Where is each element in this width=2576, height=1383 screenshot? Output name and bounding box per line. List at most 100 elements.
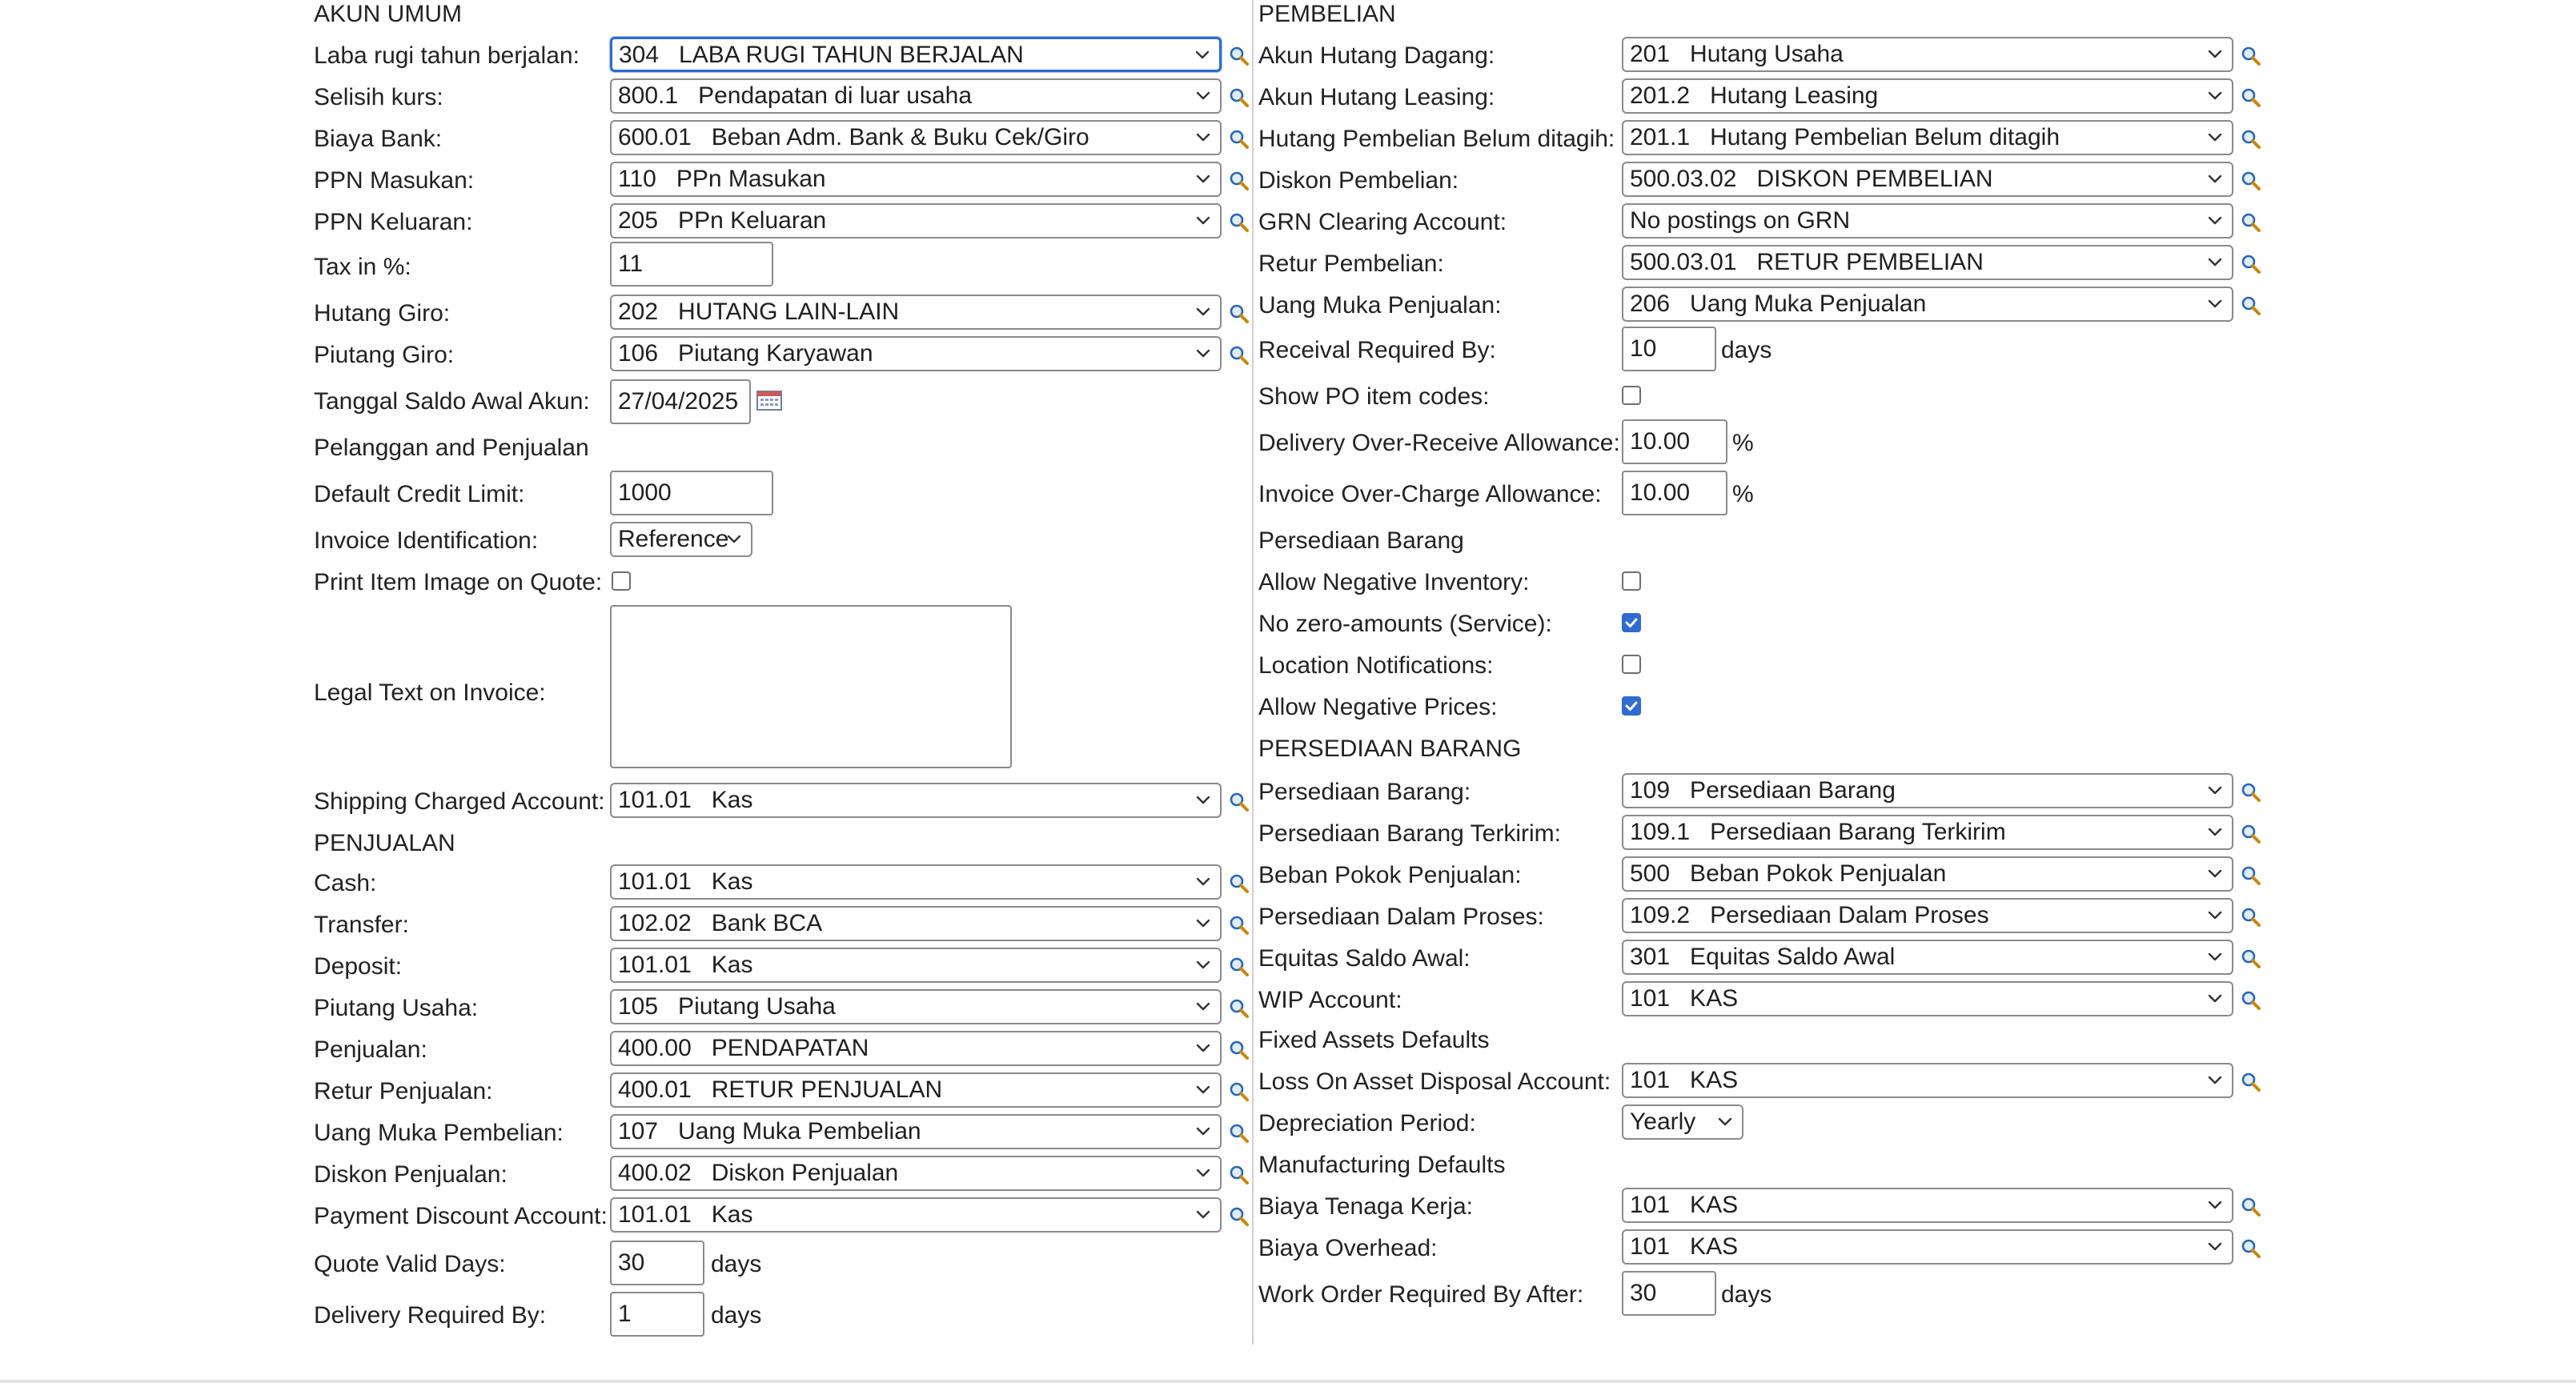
cash-select[interactable]: 101.01 Kas [610,864,1222,900]
magnifier-icon[interactable] [1228,1080,1250,1103]
selisih-kurs-select[interactable]: 800.1 Pendapatan di luar usaha [610,78,1222,114]
magnifier-icon[interactable] [1228,303,1250,325]
deposit-select[interactable]: 101.01 Kas [610,948,1222,983]
magnifier-icon[interactable] [1228,211,1250,234]
persediaan-barang-select[interactable]: 109 Persediaan Barang [1622,773,2233,808]
magnifier-icon[interactable] [1228,344,1250,367]
legal-text-textarea[interactable] [610,605,1012,768]
magnifier-icon[interactable] [2240,906,2262,928]
print-item-image-checkbox[interactable] [612,571,631,591]
delivery-required-input[interactable]: 1 [610,1292,704,1337]
beban-pokok-label: Beban Pokok Penjualan: [1258,862,1522,888]
magnifier-icon[interactable] [2240,1196,2262,1218]
magnifier-icon[interactable] [2240,1237,2262,1260]
uang-muka-pembelian-select-value: 107 Uang Muka Pembelian [618,1118,921,1144]
magnifier-icon[interactable] [2240,1071,2262,1093]
magnifier-icon[interactable] [1228,45,1250,67]
magnifier-icon[interactable] [1228,997,1250,1020]
chevron-down-icon [1193,871,1214,892]
loss-disposal-select-value: 101 KAS [1630,1067,1739,1093]
over-charge-allowance-input[interactable]: 10.00 [1622,471,1727,515]
uang-muka-pembelian-select[interactable]: 107 Uang Muka Pembelian [610,1114,1222,1149]
piutang-giro-select[interactable]: 106 Piutang Karyawan [610,336,1222,371]
akun-hutang-dagang-select-value: 201 Hutang Usaha [1630,41,1844,67]
preferences-form: AKUN UMUM Laba rugi tahun berjalan: 304 LA… [0,0,2576,1383]
biaya-overhead-select[interactable]: 101 KAS [1622,1229,2233,1265]
magnifier-icon[interactable] [2240,45,2262,67]
magnifier-icon[interactable] [2240,823,2262,845]
magnifier-icon[interactable] [2240,211,2262,234]
uang-muka-penjualan-select[interactable]: 206 Uang Muka Penjualan [1622,287,2233,322]
ppn-keluaran-select[interactable]: 205 PPn Keluaran [610,203,1222,239]
magnifier-icon[interactable] [1228,1039,1250,1061]
laba-rugi-select-value: 304 LABA RUGI TAHUN BERJALAN [619,42,1024,68]
magnifier-icon[interactable] [1228,1205,1250,1228]
magnifier-icon[interactable] [2240,170,2262,192]
magnifier-icon[interactable] [1228,872,1250,895]
magnifier-icon[interactable] [2240,864,2262,887]
loss-disposal-select[interactable]: 101 KAS [1622,1063,2233,1098]
retur-penjualan-select-value: 400.01 RETUR PENJUALAN [618,1076,943,1103]
equitas-saldo-awal-select[interactable]: 301 Equitas Saldo Awal [1622,940,2233,975]
tanggal-saldo-input[interactable]: 27/04/2025 [610,379,751,424]
laba-rugi-select[interactable]: 304 LABA RUGI TAHUN BERJALAN [610,37,1222,72]
work-order-required-input[interactable]: 30 [1622,1271,1716,1316]
allow-negative-prices-checkbox[interactable] [1622,696,1641,716]
magnifier-icon[interactable] [1228,914,1250,936]
beban-pokok-select[interactable]: 500 Beban Pokok Penjualan [1622,856,2233,892]
magnifier-icon[interactable] [1228,86,1250,109]
persediaan-terkirim-select[interactable]: 109.1 Persediaan Barang Terkirim [1622,815,2233,850]
magnifier-icon[interactable] [2240,989,2262,1012]
magnifier-icon[interactable] [1228,128,1250,150]
no-zero-amounts-label: No zero-amounts (Service): [1258,611,1552,637]
magnifier-icon[interactable] [2240,128,2262,150]
quote-valid-days-input[interactable]: 30 [610,1241,704,1285]
akun-hutang-leasing-select[interactable]: 201.2 Hutang Leasing [1622,78,2233,114]
location-notifications-checkbox[interactable] [1622,655,1641,674]
diskon-pembelian-select[interactable]: 500.03.02 DISKON PEMBELIAN [1622,162,2233,197]
allow-negative-inventory-checkbox[interactable] [1622,571,1641,591]
over-receive-allowance-input[interactable]: 10.00 [1622,419,1727,464]
show-po-item-codes-checkbox[interactable] [1622,386,1641,405]
magnifier-icon[interactable] [2240,781,2262,804]
no-zero-amounts-checkbox[interactable] [1622,613,1641,632]
invoice-identification-select[interactable]: Reference [610,522,752,557]
wip-account-select[interactable]: 101 KAS [1622,981,2233,1016]
magnifier-icon[interactable] [2240,948,2262,970]
magnifier-icon[interactable] [1228,791,1250,813]
retur-pembelian-select[interactable]: 500.03.01 RETUR PEMBELIAN [1622,245,2233,280]
transfer-select[interactable]: 102.02 Bank BCA [610,906,1222,941]
magnifier-icon[interactable] [2240,86,2262,109]
calendar-icon[interactable] [756,389,783,411]
biaya-bank-select[interactable]: 600.01 Beban Adm. Bank & Buku Cek/Giro [610,120,1222,155]
chevron-down-icon [2205,1069,2225,1090]
akun-hutang-dagang-select[interactable]: 201 Hutang Usaha [1622,37,2233,72]
magnifier-icon[interactable] [1228,170,1250,192]
hutang-pembelian-select[interactable]: 201.1 Hutang Pembelian Belum ditagih [1622,120,2233,155]
diskon-penjualan-select[interactable]: 400.02 Diskon Penjualan [610,1156,1222,1191]
section-header-fixed-assets: Fixed Assets Defaults [1258,1027,1490,1053]
grn-clearing-select[interactable]: No postings on GRN [1622,203,2233,239]
magnifier-icon[interactable] [1228,956,1250,978]
biaya-tenaga-kerja-label: Biaya Tenaga Kerja: [1258,1193,1473,1220]
tax-input[interactable]: 11 [610,242,773,287]
persediaan-dalam-proses-select[interactable]: 109.2 Persediaan Dalam Proses [1622,898,2233,933]
penjualan-select[interactable]: 400.00 PENDAPATAN [610,1031,1222,1066]
payment-discount-select[interactable]: 101.01 Kas [610,1197,1222,1233]
hutang-giro-select[interactable]: 202 HUTANG LAIN-LAIN [610,295,1222,330]
magnifier-icon[interactable] [2240,295,2262,317]
ppn-masukan-select[interactable]: 110 PPn Masukan [610,162,1222,197]
hutang-giro-label: Hutang Giro: [314,300,451,327]
magnifier-icon[interactable] [2240,253,2262,275]
piutang-usaha-select[interactable]: 105 Piutang Usaha [610,989,1222,1024]
magnifier-icon[interactable] [1228,1164,1250,1186]
receival-required-input[interactable]: 10 [1622,327,1716,371]
biaya-tenaga-kerja-select[interactable]: 101 KAS [1622,1188,2233,1223]
magnifier-icon[interactable] [1228,1122,1250,1144]
retur-penjualan-select[interactable]: 400.01 RETUR PENJUALAN [610,1072,1222,1108]
credit-limit-input[interactable]: 1000 [610,471,773,515]
invoice-identification-select-value: Reference [618,526,729,552]
shipping-charged-select[interactable]: 101.01 Kas [610,783,1222,818]
depreciation-period-select[interactable]: Yearly [1622,1104,1743,1140]
akun-hutang-dagang-label: Akun Hutang Dagang: [1258,42,1495,69]
